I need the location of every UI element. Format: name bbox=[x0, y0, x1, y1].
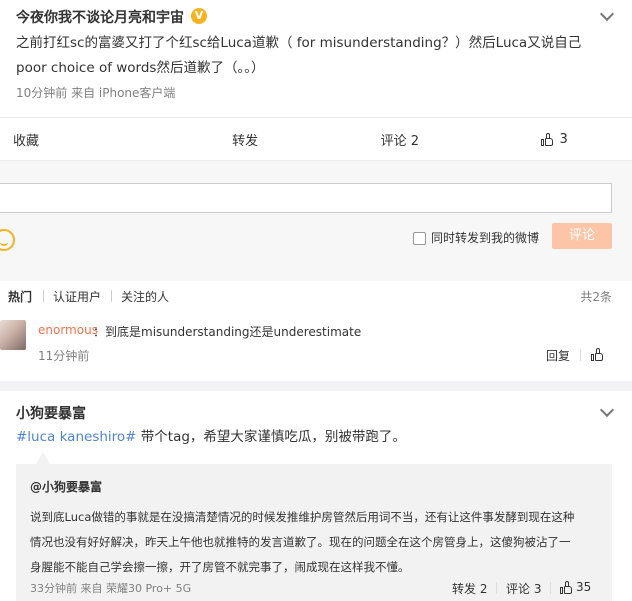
comment-input[interactable] bbox=[0, 183, 612, 213]
repost-label: 转发 bbox=[232, 133, 259, 149]
also-repost-checkbox[interactable] bbox=[413, 232, 426, 245]
favorite-button[interactable]: 收藏 bbox=[0, 118, 168, 160]
thumbs-up-icon[interactable] bbox=[560, 581, 572, 594]
tab-verified-users[interactable]: 认证用户 bbox=[53, 288, 101, 305]
comment-label: 评论 2 bbox=[380, 133, 420, 149]
tab-following[interactable]: 关注的人 bbox=[121, 288, 169, 305]
tab-divider bbox=[111, 290, 112, 302]
post-text-body: 带个tag，希望大家谨慎吃瓜，别被带跑了。 bbox=[136, 429, 406, 445]
post-meta: 10分钟前 来自 iPhone客户端 bbox=[16, 86, 176, 100]
weibo-post: 今夜你我不谈论月亮和宇宙 V 之前打红sc的富婆又打了个红sc给Luca道歉（ … bbox=[0, 0, 632, 117]
repost-text: 说到底Luca做错的事就是在没搞清楚情况的时候发推维护房管然后用词不当，还有让这… bbox=[30, 505, 604, 580]
comment-text: ：到底是misunderstanding还是underestimate bbox=[93, 325, 362, 339]
feed-divider bbox=[0, 381, 632, 391]
avatar[interactable] bbox=[0, 320, 26, 350]
thumbs-up-icon[interactable] bbox=[591, 348, 603, 361]
post-text-line-2: poor choice of words然后道歉了（。。） bbox=[16, 60, 265, 76]
comment-compose-area: 同时转发到我的微博 评论 bbox=[0, 161, 632, 281]
repost-text-line-2: 情况也没有好好解决，昨天上午他也就推特的发言道歉了。现在的问题全在这个房管身上，… bbox=[30, 535, 571, 549]
comment-count-button[interactable]: 评论 3 bbox=[506, 580, 541, 597]
repost-meta: 33分钟前 来自 荣耀30 Pro+ 5G bbox=[30, 582, 192, 595]
comment-row: enormous ：到底是misunderstanding还是underesti… bbox=[0, 314, 632, 370]
repost-text-line-3: 身腥能不能自己学会擦一擦，开了房管不就完事了，闹成现在这样我不懂。 bbox=[30, 560, 410, 574]
chevron-down-icon[interactable] bbox=[599, 402, 615, 418]
reply-button[interactable]: 回复 bbox=[546, 347, 570, 364]
action-divider bbox=[550, 582, 551, 594]
tab-hot[interactable]: 热门 bbox=[8, 288, 32, 305]
like-count: 3 bbox=[559, 131, 568, 147]
post-action-bar: 收藏 转发 评论 2 3 bbox=[0, 117, 632, 161]
post-text-line-1: 之前打红sc的富婆又打了个红sc给Luca道歉（ for misundersta… bbox=[16, 35, 582, 51]
also-repost-label[interactable]: 同时转发到我的微博 bbox=[431, 229, 539, 246]
hashtag-link[interactable]: #luca kaneshiro# bbox=[16, 429, 137, 445]
reposted-content: @小狗要暴富 说到底Luca做错的事就是在没搞清楚情况的时候发推维护房管然后用词… bbox=[16, 464, 612, 601]
comment-button[interactable]: 评论 2 bbox=[323, 118, 478, 160]
like-button[interactable]: 3 bbox=[477, 118, 632, 160]
comment-username[interactable]: enormous bbox=[38, 323, 98, 337]
emoji-icon[interactable] bbox=[0, 229, 15, 251]
repost-author-name[interactable]: @小狗要暴富 bbox=[30, 478, 102, 495]
comment-filter-tabs: 热门 认证用户 关注的人 共2条 bbox=[0, 282, 632, 310]
action-divider bbox=[496, 582, 497, 594]
post-author-name[interactable]: 今夜你我不谈论月亮和宇宙 bbox=[16, 7, 184, 27]
comment-time: 11分钟前 bbox=[38, 349, 90, 363]
chevron-down-icon[interactable] bbox=[599, 6, 615, 22]
favorite-label: 收藏 bbox=[13, 133, 40, 149]
tab-divider bbox=[43, 290, 44, 302]
post-author-name[interactable]: 小狗要暴富 bbox=[16, 403, 86, 423]
comment-total: 共2条 bbox=[580, 290, 612, 304]
repost-text-line-1: 说到底Luca做错的事就是在没搞清楚情况的时候发推维护房管然后用词不当，还有让这… bbox=[30, 510, 575, 524]
submit-comment-button[interactable]: 评论 bbox=[552, 223, 612, 249]
repost-button[interactable]: 转发 bbox=[168, 118, 323, 160]
action-divider bbox=[580, 349, 581, 361]
verified-badge-icon: V bbox=[191, 8, 207, 24]
like-count: 35 bbox=[576, 580, 592, 594]
repost-pointer bbox=[36, 452, 50, 464]
thumbs-up-icon bbox=[541, 133, 554, 146]
post-text: #luca kaneshiro# 带个tag，希望大家谨慎吃瓜，别被带跑了。 bbox=[16, 425, 406, 450]
weibo-post: 小狗要暴富 #luca kaneshiro# 带个tag，希望大家谨慎吃瓜，别被… bbox=[0, 391, 632, 601]
repost-count-button[interactable]: 转发 2 bbox=[452, 580, 487, 597]
